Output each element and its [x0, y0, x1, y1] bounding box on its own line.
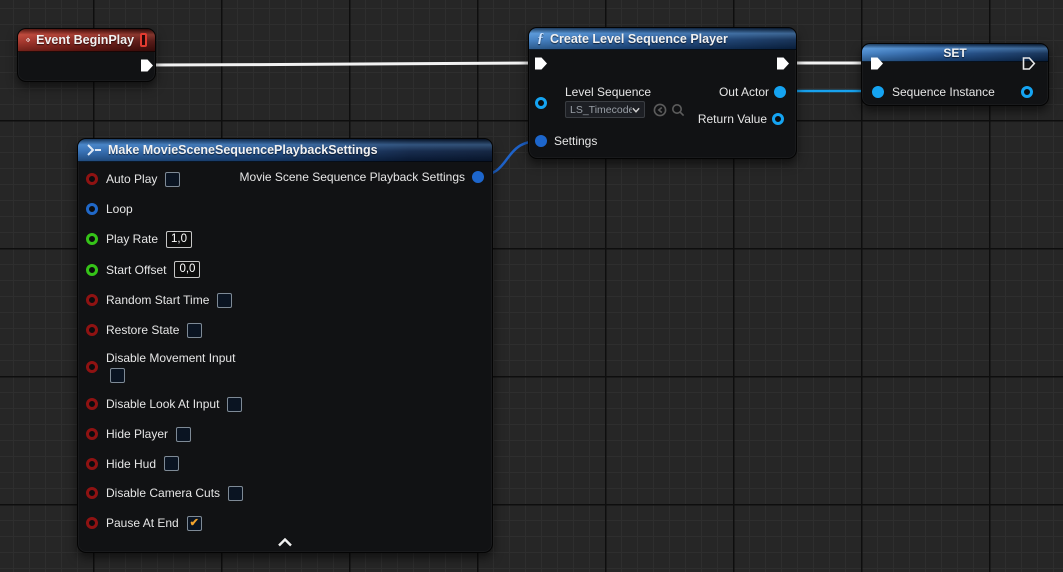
node-title: Make MovieSceneSequencePlaybackSettings	[108, 143, 378, 157]
node-header[interactable]: ƒ Create Level Sequence Player	[529, 28, 796, 50]
out-actor-pin[interactable]	[774, 86, 786, 98]
auto-play-checkbox[interactable]	[165, 172, 180, 187]
pin-label-settings: Settings	[554, 134, 597, 148]
pin-row-auto-play: Auto Play	[78, 164, 492, 194]
function-icon: ƒ	[537, 31, 544, 47]
sequence-instance-out-pin[interactable]	[1021, 86, 1033, 98]
pin-label: Hide Player	[106, 427, 168, 441]
pin-row-loop: Loop	[78, 194, 492, 224]
disable-camera-cuts-checkbox[interactable]	[228, 486, 243, 501]
collapse-advanced-pins-icon[interactable]	[277, 538, 293, 547]
delegate-box-icon[interactable]	[140, 33, 147, 47]
disable-look-at-input-pin[interactable]	[86, 398, 98, 410]
hide-player-checkbox[interactable]	[176, 427, 191, 442]
node-title: Event BeginPlay	[36, 33, 134, 47]
pin-label-level-sequence: Level Sequence	[565, 85, 651, 99]
hide-player-pin[interactable]	[86, 428, 98, 440]
sequence-instance-in-pin[interactable]	[872, 86, 884, 98]
pause-at-end-pin[interactable]	[86, 517, 98, 529]
disable-movement-input-pin[interactable]	[86, 361, 98, 373]
exec-wire-beginplay-to-create	[150, 63, 534, 65]
random-start-time-pin[interactable]	[86, 294, 98, 306]
auto-play-pin[interactable]	[86, 173, 98, 185]
exec-out-pin[interactable]	[140, 59, 154, 72]
pin-row-disable-camera-cuts: Disable Camera Cuts	[78, 478, 492, 508]
chevron-down-icon	[632, 107, 640, 113]
pin-label: Start Offset	[106, 263, 166, 277]
disable-camera-cuts-pin[interactable]	[86, 487, 98, 499]
restore-state-checkbox[interactable]	[187, 323, 202, 338]
pin-row-disable-look-at-input: Disable Look At Input	[78, 389, 492, 419]
exec-in-pin[interactable]	[870, 57, 884, 70]
settings-pin[interactable]	[535, 135, 547, 147]
exec-in-pin[interactable]	[534, 57, 548, 70]
pin-label: Restore State	[106, 323, 179, 337]
node-title: SET	[943, 46, 966, 60]
pin-label: Pause At End	[106, 516, 179, 530]
pin-row-random-start-time: Random Start Time	[78, 285, 492, 315]
return-value-pin[interactable]	[772, 113, 784, 125]
restore-state-pin[interactable]	[86, 324, 98, 336]
play-rate-field[interactable]: 1,0	[166, 231, 192, 248]
node-title: Create Level Sequence Player	[550, 32, 728, 46]
pin-label: Random Start Time	[106, 293, 209, 307]
pin-label-sequence-instance: Sequence Instance	[892, 85, 995, 99]
pin-label-return-value: Return Value	[698, 112, 767, 126]
pin-row-disable-movement-input: Disable Movement Input	[78, 345, 492, 389]
pin-row-play-rate: Play Rate 1,0	[78, 224, 492, 254]
hide-hud-checkbox[interactable]	[164, 456, 179, 471]
node-header[interactable]: Event BeginPlay	[18, 29, 155, 52]
hide-hud-pin[interactable]	[86, 458, 98, 470]
node-event-beginplay[interactable]: Event BeginPlay	[17, 28, 156, 82]
event-icon	[26, 33, 30, 47]
blueprint-graph-canvas[interactable]: { "palette": { "exec_wire": "#f2f2f2", "…	[0, 0, 1063, 572]
start-offset-pin[interactable]	[86, 264, 98, 276]
pin-label: Disable Movement Input	[106, 351, 235, 365]
pin-row-restore-state: Restore State	[78, 315, 492, 345]
level-sequence-pin[interactable]	[535, 97, 547, 109]
node-set-sequence-instance[interactable]: SET Sequence Instance	[861, 43, 1049, 106]
node-create-level-sequence-player[interactable]: ƒ Create Level Sequence Player Level Seq…	[528, 27, 797, 159]
pin-label: Auto Play	[106, 172, 157, 186]
node-header[interactable]: SET	[862, 44, 1048, 62]
pin-row-start-offset: Start Offset 0,0	[78, 254, 492, 285]
pin-label: Disable Look At Input	[106, 397, 219, 411]
pin-row-hide-player: Hide Player	[78, 419, 492, 449]
pin-label: Disable Camera Cuts	[106, 486, 220, 500]
pin-label: Loop	[106, 202, 133, 216]
pin-row-hide-hud: Hide Hud	[78, 449, 492, 478]
node-header[interactable]: Make MovieSceneSequencePlaybackSettings	[78, 139, 492, 162]
level-sequence-dropdown[interactable]: LS_TimecodePr	[565, 101, 645, 118]
exec-out-pin[interactable]	[776, 57, 790, 70]
use-selected-icon[interactable]	[653, 103, 667, 117]
exec-out-pin[interactable]	[1022, 57, 1036, 70]
loop-pin[interactable]	[86, 203, 98, 215]
pause-at-end-checkbox[interactable]	[187, 516, 202, 531]
play-rate-pin[interactable]	[86, 233, 98, 245]
make-struct-icon	[86, 144, 102, 156]
node-make-playback-settings[interactable]: Make MovieSceneSequencePlaybackSettings …	[77, 138, 493, 553]
level-sequence-value: LS_TimecodePr	[570, 104, 632, 116]
start-offset-field[interactable]: 0,0	[174, 261, 200, 278]
browse-search-icon[interactable]	[671, 103, 685, 117]
pin-label-out-actor: Out Actor	[719, 85, 769, 99]
disable-look-at-input-checkbox[interactable]	[227, 397, 242, 412]
pin-label: Hide Hud	[106, 457, 156, 471]
pin-row-pause-at-end: Pause At End	[78, 508, 492, 538]
random-start-time-checkbox[interactable]	[217, 293, 232, 308]
pin-label: Play Rate	[106, 232, 158, 246]
disable-movement-input-checkbox[interactable]	[110, 368, 125, 383]
